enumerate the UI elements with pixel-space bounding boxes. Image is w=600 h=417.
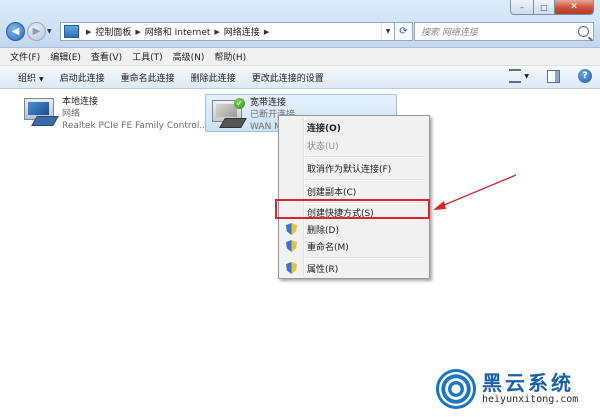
window-chrome: – □ ✕ ◀ ▶ ▼ ▶ 控制面板 ▶ 网络和 Internet ▶ 网络连接… [0,0,600,48]
help-icon[interactable]: ? [578,69,592,83]
breadcrumb-separator-icon[interactable]: ▶ [86,28,91,36]
forward-button[interactable]: ▶ [27,22,46,41]
refresh-button[interactable]: ⟳ [394,22,413,41]
menu-item-properties[interactable]: 属性(R) [281,259,427,277]
delete-connection-button[interactable]: 删除此连接 [191,71,236,84]
breadcrumb-network-connections[interactable]: 网络连接 [224,25,260,38]
heiyun-logo-icon [436,369,476,409]
menu-item-status: 状态(U) [307,141,339,152]
commandbar-right-tools: ▼ ? [509,69,592,83]
breadcrumb-separator-icon[interactable]: ▶ [135,28,140,36]
breadcrumb-network-internet[interactable]: 网络和 Internet [145,25,211,38]
menu-view[interactable]: 查看(V) [91,50,122,63]
adapter-name: 宽带连接 [250,98,287,108]
uac-shield-icon [286,223,297,235]
search-placeholder: 搜索 网络连接 [421,28,478,38]
organize-button[interactable]: 组织 ▼ [18,71,44,84]
adapter-name: 本地连接 [62,97,99,107]
chevron-down-icon: ▼ [39,75,44,83]
context-menu: 连接(O) 状态(U) 取消作为默认连接(F) 创建副本(C) 创建快捷方式(S… [278,115,430,279]
adapter-status: 网络 [62,109,81,119]
menu-item-rename[interactable]: 重命名(M) [281,237,427,255]
breadcrumb-separator-icon[interactable]: ▶ [264,28,269,36]
minimize-button[interactable]: – [510,0,534,15]
breadcrumb-control-panel[interactable]: 控制面板 [95,25,131,38]
breadcrumb-separator-icon[interactable]: ▶ [214,28,219,36]
annotation-highlight-box [275,199,430,219]
change-settings-button[interactable]: 更改此连接的设置 [252,71,324,84]
maximize-button[interactable]: □ [534,0,555,15]
uac-shield-icon [286,240,297,252]
checkmark-icon: ✓ [234,98,245,109]
menu-item-create-copy[interactable]: 创建副本(C) [281,182,427,200]
menu-file[interactable]: 文件(F) [10,50,40,63]
adapter-local-connection[interactable]: 本地连接 网络 Realtek PCIe FE Family Control..… [20,96,208,132]
change-view-icon[interactable] [509,69,522,83]
search-icon[interactable] [578,26,589,37]
broadband-adapter-icon: ✓ [208,98,247,128]
menu-item-cancel-default[interactable]: 取消作为默认连接(F) [281,159,427,177]
preview-pane-icon[interactable] [547,69,560,83]
watermark-url: heiyunxitong.com [482,394,579,405]
back-button[interactable]: ◀ [6,22,25,41]
watermark-brand: 黑云系统 [482,371,574,395]
menu-item-connect[interactable]: 连接(O) [281,118,427,136]
watermark: 黑云系统 heiyunxitong.com [436,366,596,412]
network-adapter-icon [20,96,59,126]
rename-connection-button[interactable]: 重命名此连接 [121,71,175,84]
close-button[interactable]: ✕ [555,0,594,15]
caption-buttons: – □ ✕ [510,0,594,15]
adapter-device: Realtek PCIe FE Family Control... [62,121,208,131]
address-dropdown-icon[interactable]: ▼ [381,23,394,40]
uac-shield-icon [286,262,297,274]
chevron-down-icon[interactable]: ▼ [524,73,529,80]
menu-tools[interactable]: 工具(T) [132,50,163,63]
recent-pages-dropdown[interactable]: ▼ [47,28,55,35]
menu-help[interactable]: 帮助(H) [214,50,246,63]
menu-advanced[interactable]: 高级(N) [173,50,205,63]
command-bar: 组织 ▼ 启动此连接 重命名此连接 删除此连接 更改此连接的设置 ▼ ? [0,66,600,89]
menu-bar: 文件(F) 编辑(E) 查看(V) 工具(T) 高级(N) 帮助(H) [0,48,600,66]
control-panel-icon [64,25,79,38]
search-input[interactable]: 搜索 网络连接 [414,22,594,41]
address-bar[interactable]: ▶ 控制面板 ▶ 网络和 Internet ▶ 网络连接 ▶ ▼ [60,22,395,41]
network-connections-window: – □ ✕ ◀ ▶ ▼ ▶ 控制面板 ▶ 网络和 Internet ▶ 网络连接… [0,0,600,417]
menu-edit[interactable]: 编辑(E) [50,50,81,63]
start-connection-button[interactable]: 启动此连接 [60,71,105,84]
navigation-buttons: ◀ ▶ ▼ [6,22,55,41]
menu-item-delete[interactable]: 删除(D) [281,220,427,238]
